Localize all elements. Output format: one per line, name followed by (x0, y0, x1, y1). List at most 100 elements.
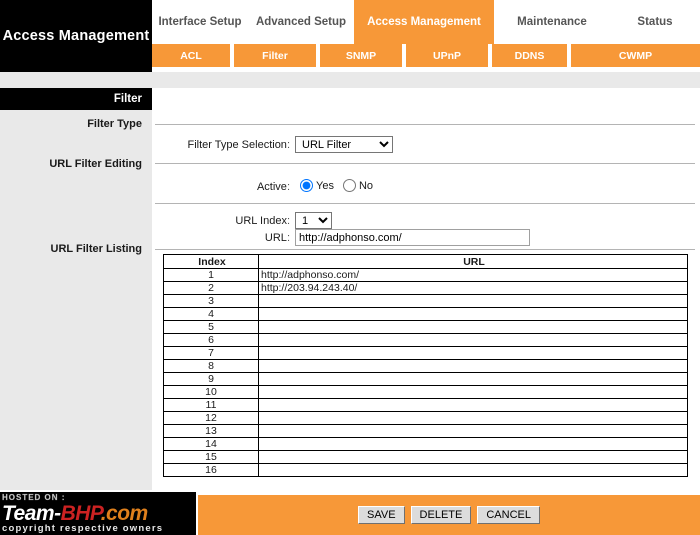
save-button[interactable]: SAVE (358, 506, 405, 524)
table-row: 11 (163, 398, 688, 412)
cell-url: http://adphonso.com/ (258, 268, 688, 282)
url-index-select[interactable]: 1 (295, 212, 332, 229)
cell-index: 16 (163, 463, 259, 477)
table-row: 13 (163, 424, 688, 438)
label-colon: : (286, 139, 290, 151)
cell-url (258, 450, 688, 464)
cell-index: 6 (163, 333, 259, 347)
table-header-row: Index URL (163, 254, 688, 269)
watermark-name-part3: .com (100, 502, 149, 525)
url-filter-listing-table: Index URL 1 http://adphonso.com/2 http://2… (163, 254, 688, 477)
active-no-radio[interactable] (342, 179, 356, 192)
column-header-url: URL (258, 254, 688, 269)
active-yes-label[interactable]: Yes (316, 180, 334, 192)
divider-url-filter-editing (155, 163, 695, 164)
tab-maintenance[interactable]: Maintenance (494, 0, 610, 44)
table-row: 10 (163, 385, 688, 399)
header-separator-strip (0, 72, 700, 88)
cell-index: 15 (163, 450, 259, 464)
cell-url (258, 346, 688, 360)
cell-url (258, 333, 688, 347)
sidebar-panel (0, 88, 152, 490)
table-row: 2 http://203.94.243.40/ (163, 281, 688, 295)
subtab-acl[interactable]: ACL (152, 44, 230, 67)
sidebar-item-url-filter-listing: URL Filter Listing (50, 243, 142, 255)
url-index-label: URL Index: (210, 215, 290, 227)
divider-filter-type (155, 124, 695, 125)
active-label-text: Active (256, 181, 287, 193)
tab-access-management[interactable]: Access Management (354, 0, 494, 44)
section-title: Filter (0, 88, 152, 110)
active-no-label[interactable]: No (359, 180, 373, 192)
cell-index: 9 (163, 372, 259, 386)
cell-url (258, 320, 688, 334)
tab-status[interactable]: Status (610, 0, 700, 44)
table-row: 14 (163, 437, 688, 451)
url-input[interactable] (295, 229, 530, 246)
cell-index: 8 (163, 359, 259, 373)
main-tab-bar: Interface Setup Advanced Setup Access Ma… (152, 0, 700, 44)
sub-tab-bar: ACL Filter SNMP UPnP DDNS CWMP (152, 44, 700, 67)
table-row: 7 (163, 346, 688, 360)
cell-url (258, 385, 688, 399)
cell-url (258, 463, 688, 477)
tab-interface-setup[interactable]: Interface Setup (152, 0, 248, 44)
filter-type-select[interactable]: URL Filter (295, 136, 393, 153)
cell-index: 5 (163, 320, 259, 334)
cell-index: 1 (163, 268, 259, 282)
url-index-label-text: URL Index (235, 215, 287, 227)
table-row: 8 (163, 359, 688, 373)
filter-type-label-text: Filter Type Selection (187, 139, 287, 151)
watermark-name-part1: Team- (2, 502, 61, 525)
cell-index: 13 (163, 424, 259, 438)
cell-index: 14 (163, 437, 259, 451)
cell-url (258, 398, 688, 412)
table-row: 9 (163, 372, 688, 386)
watermark-overlay: HOSTED ON : Team-BHP.com copyright respe… (0, 492, 196, 535)
cell-index: 7 (163, 346, 259, 360)
active-label: Active: (210, 181, 290, 193)
cell-url (258, 359, 688, 373)
cell-index: 3 (163, 294, 259, 308)
subtab-snmp[interactable]: SNMP (320, 44, 402, 67)
brand-title: Access Management (0, 0, 152, 72)
table-row: 6 (163, 333, 688, 347)
cancel-button[interactable]: CANCEL (477, 506, 540, 524)
cell-url (258, 437, 688, 451)
subtab-cwmp[interactable]: CWMP (571, 44, 700, 67)
divider-url-filter-listing (155, 249, 695, 250)
filter-type-label: Filter Type Selection: (180, 139, 290, 151)
cell-url (258, 372, 688, 386)
action-bar: SAVE DELETE CANCEL (198, 495, 700, 535)
tab-advanced-setup[interactable]: Advanced Setup (248, 0, 354, 44)
watermark-name-part2: BHP (60, 502, 102, 525)
column-header-index: Index (163, 254, 259, 269)
subtab-ddns[interactable]: DDNS (492, 44, 567, 67)
active-yes-radio[interactable] (300, 179, 313, 192)
divider-url-index (155, 203, 695, 204)
table-row: 12 (163, 411, 688, 425)
watermark-copyright: copyright respective owners (2, 523, 164, 534)
table-row: 1 http://adphonso.com/ (163, 268, 688, 282)
cell-index: 10 (163, 385, 259, 399)
table-row: 3 (163, 294, 688, 308)
cell-index: 2 (163, 281, 259, 295)
label-colon: : (286, 215, 290, 227)
cell-url (258, 424, 688, 438)
cell-url: http://203.94.243.40/ (258, 281, 688, 295)
url-label: URL: (210, 232, 290, 244)
active-radio-group[interactable]: Yes No (300, 179, 382, 192)
delete-button[interactable]: DELETE (410, 506, 472, 524)
url-label-text: URL (264, 232, 287, 244)
table-head: Index URL (163, 254, 688, 269)
table-body: 1 http://adphonso.com/2 http://203.94.243.… (163, 268, 688, 477)
subtab-upnp[interactable]: UPnP (406, 44, 488, 67)
subtab-filter[interactable]: Filter (234, 44, 316, 67)
label-colon: : (286, 232, 290, 244)
watermark-hosted-label: HOSTED ON : (2, 493, 66, 502)
label-colon: : (286, 181, 290, 193)
cell-url (258, 411, 688, 425)
sidebar-item-filter-type: Filter Type (87, 118, 142, 130)
sidebar-item-url-filter-editing: URL Filter Editing (49, 158, 142, 170)
table-row: 5 (163, 320, 688, 334)
